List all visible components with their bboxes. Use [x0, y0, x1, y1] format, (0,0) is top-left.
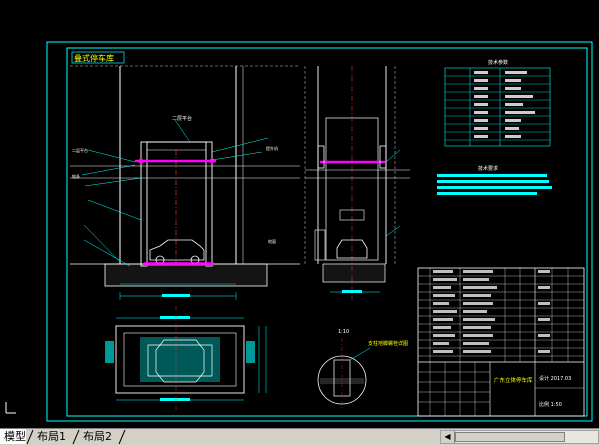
- svg-text:提升机: 提升机: [266, 145, 278, 151]
- cad-drawing-canvas[interactable]: 叠式停车库 二层平台 二层平台 链条 地面 提升机 技术参数 技术要求 广东立体…: [0, 0, 599, 428]
- cad-drawing: 叠式停车库 二层平台 二层平台 链条 地面 提升机 技术参数 技术要求 广东立体…: [5, 41, 593, 422]
- spec-table-title: 技术参数: [488, 59, 508, 66]
- dim-label: 1:10: [338, 329, 349, 335]
- tab-layout1[interactable]: 布局1: [33, 429, 73, 444]
- svg-text:地面: 地面: [268, 238, 276, 244]
- scroll-left-arrow-icon[interactable]: ◀: [441, 431, 455, 443]
- scrollbar-thumb[interactable]: [455, 432, 565, 442]
- title-block-name: 广东立体停车库: [494, 376, 533, 384]
- title-block-row-1: 设计 2017.03: [539, 375, 571, 382]
- front-view-title: 叠式停车库: [74, 53, 114, 63]
- drawing-frame-outer: [46, 41, 593, 422]
- car-lower: [149, 239, 205, 261]
- plan-platform: [140, 337, 220, 382]
- horizontal-scrollbar[interactable]: ◀: [440, 430, 599, 444]
- notes-title: 技术要求: [478, 165, 498, 172]
- layout-tab-bar: 模型 布局1 布局2 ◀: [0, 428, 599, 445]
- plan-note: 支柱地脚螺栓详图: [368, 340, 408, 347]
- title-block-row-2: 比例 1:50: [539, 401, 562, 408]
- front-view-label: 二层平台: [172, 115, 192, 122]
- tab-separator: [118, 429, 126, 445]
- tab-layout2[interactable]: 布局2: [79, 429, 119, 444]
- tab-model[interactable]: 模型: [0, 429, 26, 444]
- svg-text:二层平台: 二层平台: [72, 147, 88, 153]
- spec-table: [444, 67, 551, 147]
- svg-text:链条: 链条: [72, 173, 80, 179]
